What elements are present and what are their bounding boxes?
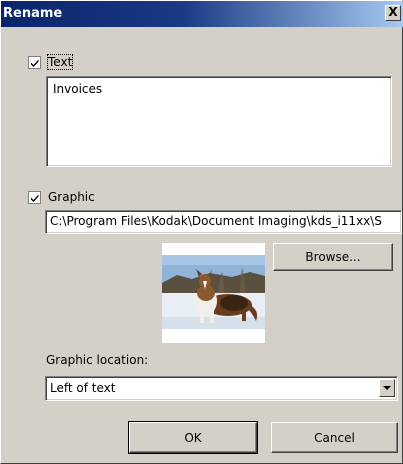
graphic-path-value: C:\Program Files\Kodak\Document Imaging\… [50, 214, 382, 228]
chevron-down-icon [383, 386, 391, 390]
graphic-preview [162, 243, 265, 343]
text-input[interactable]: Invoices [46, 76, 392, 167]
graphic-location-select[interactable]: Left of text [45, 376, 398, 401]
dialog-title: Rename [3, 6, 63, 21]
cancel-button[interactable]: Cancel [271, 422, 398, 453]
checkmark-icon [31, 194, 39, 202]
graphic-location-value: Left of text [50, 381, 116, 395]
dropdown-arrow-button[interactable] [379, 379, 395, 397]
ok-button[interactable]: OK [128, 421, 258, 454]
graphic-location-label: Graphic location: [46, 353, 149, 367]
graphic-checkbox[interactable] [28, 191, 41, 204]
close-button[interactable]: X [385, 5, 401, 21]
text-input-value: Invoices [53, 82, 103, 96]
text-checkbox-label[interactable]: Text [46, 54, 74, 70]
title-bar[interactable]: Rename X [1, 1, 403, 27]
rename-dialog: Rename X Text Invoices Graphic C:\Progra… [0, 0, 403, 464]
checkmark-icon [31, 59, 39, 67]
dog-photo-thumbnail-icon [162, 255, 265, 329]
graphic-checkbox-label[interactable]: Graphic [48, 190, 95, 204]
text-checkbox[interactable] [28, 56, 41, 69]
browse-button[interactable]: Browse... [273, 243, 393, 271]
graphic-path-field[interactable]: C:\Program Files\Kodak\Document Imaging\… [45, 210, 402, 234]
